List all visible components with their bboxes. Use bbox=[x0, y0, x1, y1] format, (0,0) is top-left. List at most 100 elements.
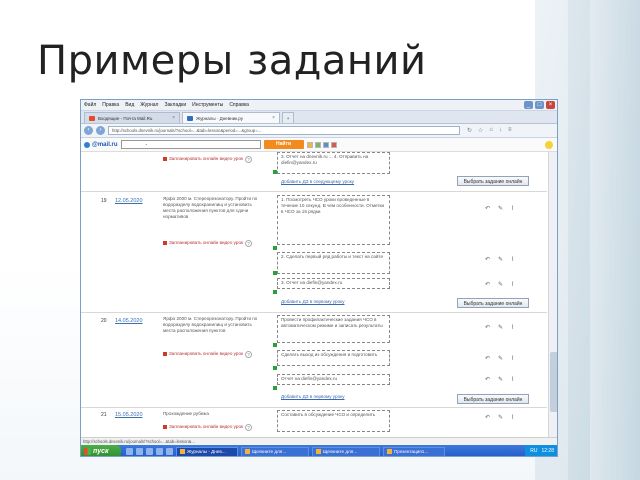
refresh-icon[interactable]: ↻ bbox=[467, 127, 472, 134]
undo-icon[interactable]: ↶ bbox=[485, 205, 490, 212]
homework-actions: ↶ ✎ ⌇ bbox=[485, 355, 514, 362]
shortcut-icon[interactable] bbox=[314, 141, 321, 148]
close-tab-icon[interactable]: × bbox=[272, 115, 275, 121]
shortcut-icon[interactable] bbox=[306, 141, 313, 148]
mail-icon bbox=[89, 115, 95, 121]
undo-icon[interactable]: ↶ bbox=[485, 281, 490, 288]
download-icon[interactable]: ↓ bbox=[499, 127, 502, 134]
edit-icon[interactable]: ✎ bbox=[498, 414, 503, 421]
menu-item-tools[interactable]: Инструменты bbox=[192, 102, 223, 108]
select-task-button[interactable]: Выбрать задание онлайн bbox=[457, 176, 529, 186]
select-task-button[interactable]: Выбрать задание онлайн bbox=[457, 298, 529, 308]
edit-icon[interactable]: ✎ bbox=[498, 376, 503, 383]
help-icon[interactable]: ? bbox=[245, 424, 253, 431]
add-homework-link[interactable]: Добавить ДЗ в первому уроку bbox=[281, 299, 345, 304]
windows-taskbar: пуск Журналы - Днев... Щелкните для... Щ… bbox=[81, 445, 557, 456]
video-lesson-link[interactable]: Запланировать онлайн видео урок ? bbox=[163, 351, 263, 358]
status-bar: http://schools.dnevnik.ru/journals/?scho… bbox=[81, 437, 557, 445]
quicklaunch-icon[interactable] bbox=[136, 448, 143, 455]
start-button[interactable]: пуск bbox=[81, 445, 121, 456]
homework-box[interactable]: Сделать выход из обсуждения и подготовит… bbox=[277, 350, 390, 366]
new-tab-button[interactable]: + bbox=[282, 112, 294, 123]
vertical-scrollbar[interactable] bbox=[548, 152, 557, 437]
menu-item-view[interactable]: Вид bbox=[125, 102, 134, 108]
taskbar-item[interactable]: Щелкните для... bbox=[241, 446, 309, 456]
taskbar-item[interactable]: Щелкните для... bbox=[312, 446, 380, 456]
homework-box[interactable]: 1. Посмотреть ЧСО уроки проведенные в те… bbox=[277, 195, 390, 245]
homework-box[interactable]: Провести профилактические задания ЧСО в … bbox=[277, 315, 390, 343]
address-bar[interactable]: http://schools.dnevnik.ru/journals/?scho… bbox=[108, 126, 460, 135]
language-indicator[interactable]: RU bbox=[530, 445, 537, 456]
undo-icon[interactable]: ↶ bbox=[485, 256, 490, 263]
tab-journal[interactable]: Журналы · Дневник.ру × bbox=[182, 112, 280, 123]
maximize-button[interactable]: □ bbox=[535, 101, 544, 109]
edit-icon[interactable]: ✎ bbox=[498, 205, 503, 212]
shortcut-icon[interactable] bbox=[322, 141, 329, 148]
undo-icon[interactable]: ↶ bbox=[485, 414, 490, 421]
edit-icon[interactable]: ✎ bbox=[498, 256, 503, 263]
undo-icon[interactable]: ↶ bbox=[485, 376, 490, 383]
menu-item-file[interactable]: Файл bbox=[84, 102, 96, 108]
attach-icon[interactable]: ⌇ bbox=[511, 256, 514, 263]
attach-icon[interactable]: ⌇ bbox=[511, 324, 514, 331]
lesson-topic: Прохождение рубежа bbox=[163, 411, 209, 416]
help-icon[interactable]: ? bbox=[245, 240, 253, 247]
mailru-logo: @mail.ru bbox=[84, 141, 118, 148]
quicklaunch-icon[interactable] bbox=[146, 448, 153, 455]
homework-box[interactable]: 3. Отчет на dnevnik.ru ... 4. Отправить … bbox=[277, 152, 390, 174]
attach-icon[interactable]: ⌇ bbox=[511, 205, 514, 212]
search-input[interactable]: - bbox=[120, 140, 261, 149]
help-icon[interactable]: ? bbox=[245, 156, 253, 163]
video-lesson-link[interactable]: Запланировать онлайн видео урок ? bbox=[163, 424, 263, 431]
forward-button[interactable]: › bbox=[96, 126, 105, 135]
homework-box[interactable]: Отчет на diefin@yandex.ru bbox=[277, 374, 390, 385]
homework-box[interactable]: Составить в обсуждение ЧСО и определить bbox=[277, 410, 390, 432]
quicklaunch-icon[interactable] bbox=[156, 448, 163, 455]
close-window-button[interactable]: × bbox=[546, 101, 555, 109]
homework-box[interactable]: 3. Отчет на diefin@yandex.ru bbox=[277, 278, 390, 289]
minimize-button[interactable]: _ bbox=[524, 101, 533, 109]
homework-box[interactable]: 2. Сделать первый ряд работы и текст на … bbox=[277, 252, 390, 274]
tab-label: Журналы · Дневник.ру bbox=[196, 115, 243, 121]
back-button[interactable]: ‹ bbox=[84, 126, 93, 135]
tab-mail[interactable]: Входящие - Почта Mail.Ru × bbox=[84, 112, 180, 123]
video-lesson-link[interactable]: Запланировать онлайн видео урок ? bbox=[163, 156, 263, 163]
attach-icon[interactable]: ⌇ bbox=[511, 281, 514, 288]
help-icon[interactable]: ? bbox=[245, 351, 253, 358]
app-icon bbox=[387, 449, 392, 454]
video-lesson-link[interactable]: Запланировать онлайн видео урок ? bbox=[163, 240, 263, 247]
select-task-button[interactable]: Выбрать задание онлайн bbox=[457, 394, 529, 404]
add-homework-link[interactable]: Добавить ДЗ в первому уроку bbox=[281, 394, 345, 399]
menu-item-help[interactable]: Справка bbox=[229, 102, 249, 108]
row-divider bbox=[81, 312, 547, 313]
edit-icon[interactable]: ✎ bbox=[498, 355, 503, 362]
star-icon[interactable]: ☆ bbox=[478, 127, 483, 134]
add-homework-link[interactable]: Добавить ДЗ в следующему уроку bbox=[281, 179, 354, 184]
attach-icon[interactable]: ⌇ bbox=[511, 355, 514, 362]
edit-icon[interactable]: ✎ bbox=[498, 281, 503, 288]
quicklaunch-icon[interactable] bbox=[166, 448, 173, 455]
menu-item-history[interactable]: Журнал bbox=[140, 102, 158, 108]
menu-icon[interactable]: ≡ bbox=[508, 127, 512, 134]
undo-icon[interactable]: ↶ bbox=[485, 324, 490, 331]
status-marker bbox=[273, 343, 277, 347]
edit-icon[interactable]: ✎ bbox=[498, 324, 503, 331]
menu-item-edit[interactable]: Правка bbox=[102, 102, 119, 108]
menu-item-bookmarks[interactable]: Закладки bbox=[164, 102, 186, 108]
home-icon[interactable]: ⌂ bbox=[489, 127, 493, 134]
tab-label: Входящие - Почта Mail.Ru bbox=[98, 115, 153, 121]
taskbar-item[interactable]: Журналы - Днев... bbox=[176, 446, 238, 456]
lesson-date-link[interactable]: 14.05.2020 bbox=[115, 318, 143, 324]
taskbar-item[interactable]: Презентация1... bbox=[383, 446, 445, 456]
scrollbar-thumb[interactable] bbox=[550, 352, 557, 412]
smiley-icon[interactable] bbox=[545, 141, 553, 149]
undo-icon[interactable]: ↶ bbox=[485, 355, 490, 362]
lesson-date-link[interactable]: 12.05.2020 bbox=[115, 198, 143, 204]
attach-icon[interactable]: ⌇ bbox=[511, 376, 514, 383]
quicklaunch-icon[interactable] bbox=[126, 448, 133, 455]
close-tab-icon[interactable]: × bbox=[172, 115, 175, 121]
search-button[interactable]: Найти bbox=[263, 140, 304, 149]
lesson-date-link[interactable]: 15.05.2020 bbox=[115, 412, 143, 418]
attach-icon[interactable]: ⌇ bbox=[511, 414, 514, 421]
shortcut-icon[interactable] bbox=[330, 141, 337, 148]
